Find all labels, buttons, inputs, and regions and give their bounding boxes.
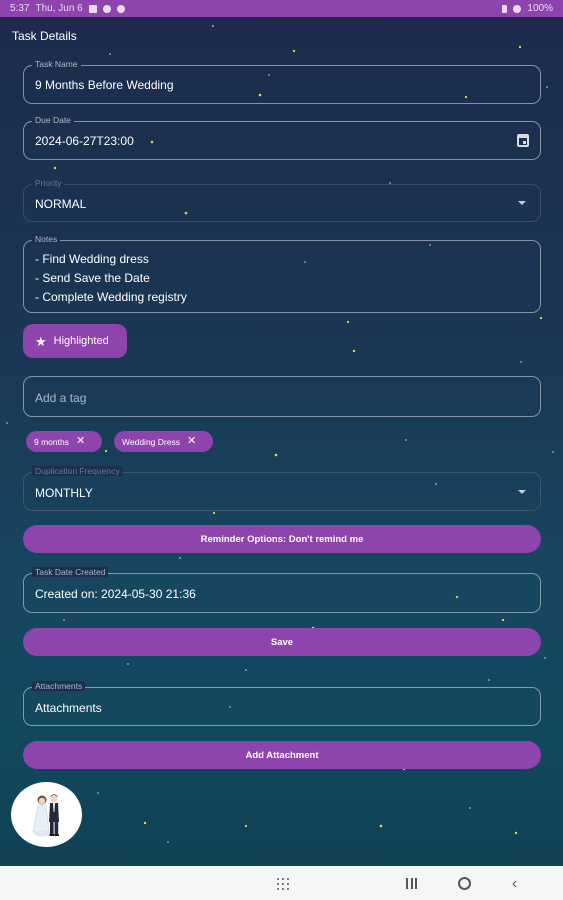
task-name-field[interactable]: Task Name 9 Months Before Wedding bbox=[23, 59, 541, 104]
priority-dropdown[interactable]: Priority NORMAL bbox=[23, 178, 541, 222]
duplication-frequency-dropdown[interactable]: Duplication Frequency MONTHLY bbox=[23, 466, 541, 511]
notes-line: - Complete Wedding registry bbox=[35, 290, 187, 304]
system-navigation-bar: ‹ bbox=[0, 866, 563, 900]
sync-notification-icon bbox=[116, 4, 125, 13]
task-name-label: Task Name bbox=[32, 59, 81, 69]
wifi-icon bbox=[513, 4, 522, 13]
wedding-couple-avatar[interactable] bbox=[11, 782, 82, 847]
star-icon: ★ bbox=[35, 333, 47, 349]
notes-label: Notes bbox=[32, 234, 61, 244]
tag-chip[interactable]: 9 months ✕ bbox=[26, 431, 102, 452]
highlighted-label: Highlighted bbox=[53, 335, 109, 347]
duplication-frequency-label: Duplication Frequency bbox=[32, 466, 123, 476]
attachments-field[interactable]: Attachments Attachments bbox=[23, 681, 541, 726]
add-attachment-button[interactable]: Add Attachment bbox=[23, 741, 541, 769]
reminder-options-button[interactable]: Reminder Options: Don't remind me bbox=[23, 525, 541, 553]
status-date: Thu, Jun 6 bbox=[35, 3, 83, 14]
save-label: Save bbox=[270, 636, 294, 648]
tag-chip[interactable]: Wedding Dress ✕ bbox=[114, 431, 213, 452]
nav-back-icon[interactable]: ‹ bbox=[512, 876, 517, 891]
wedding-couple-icon bbox=[32, 793, 59, 836]
due-date-label: Due Date bbox=[32, 115, 74, 125]
add-attachment-label: Add Attachment bbox=[245, 749, 319, 761]
tag-label: 9 months bbox=[34, 436, 69, 447]
notes-field[interactable]: Notes - Find Wedding dress - Send Save t… bbox=[23, 234, 541, 313]
settings-notification-icon bbox=[102, 4, 111, 13]
due-date-field[interactable]: Due Date 2024-06-27T23:00 bbox=[23, 115, 541, 160]
tag-input-placeholder: Add a tag bbox=[35, 391, 87, 405]
due-date-value: 2024-06-27T23:00 bbox=[35, 134, 134, 148]
notes-text: - Find Wedding dress - Send Save the Dat… bbox=[35, 250, 187, 307]
date-created-value: Created on: 2024-05-30 21:36 bbox=[35, 587, 196, 601]
highlighted-toggle-chip[interactable]: ★ Highlighted bbox=[23, 324, 127, 358]
app-screen: 5:37 Thu, Jun 6 100% Task Details Task N… bbox=[0, 0, 563, 900]
nav-home-icon[interactable] bbox=[458, 877, 471, 890]
dropdown-arrow-icon bbox=[518, 489, 526, 494]
date-created-label: Task Date Created bbox=[32, 567, 109, 577]
nav-apps-icon[interactable] bbox=[277, 878, 289, 890]
page-title: Task Details bbox=[12, 29, 77, 43]
close-icon[interactable]: ✕ bbox=[76, 436, 85, 447]
status-bar: 5:37 Thu, Jun 6 100% bbox=[0, 0, 563, 17]
dropdown-arrow-icon bbox=[518, 201, 526, 205]
priority-label: Priority bbox=[32, 178, 65, 188]
attachments-label: Attachments bbox=[32, 681, 86, 691]
attachments-value: Attachments bbox=[35, 701, 102, 715]
tag-label: Wedding Dress bbox=[122, 436, 180, 447]
priority-value: NORMAL bbox=[35, 197, 87, 211]
tag-input-field[interactable]: Add a tag bbox=[23, 376, 541, 417]
calendar-icon[interactable] bbox=[517, 134, 529, 147]
battery-level: 100% bbox=[527, 3, 553, 14]
battery-saver-icon bbox=[502, 4, 508, 13]
notes-line: - Find Wedding dress bbox=[35, 252, 149, 266]
nav-recents-icon[interactable] bbox=[406, 878, 417, 889]
status-time: 5:37 bbox=[10, 3, 30, 14]
close-icon[interactable]: ✕ bbox=[187, 436, 196, 447]
reminder-options-label: Reminder Options: Don't remind me bbox=[200, 533, 364, 545]
date-created-field: Task Date Created Created on: 2024-05-30… bbox=[23, 567, 541, 613]
gallery-notification-icon bbox=[88, 4, 97, 13]
notes-line: - Send Save the Date bbox=[35, 271, 150, 285]
task-name-value: 9 Months Before Wedding bbox=[35, 78, 174, 92]
duplication-frequency-value: MONTHLY bbox=[35, 486, 93, 500]
save-button[interactable]: Save bbox=[23, 628, 541, 656]
